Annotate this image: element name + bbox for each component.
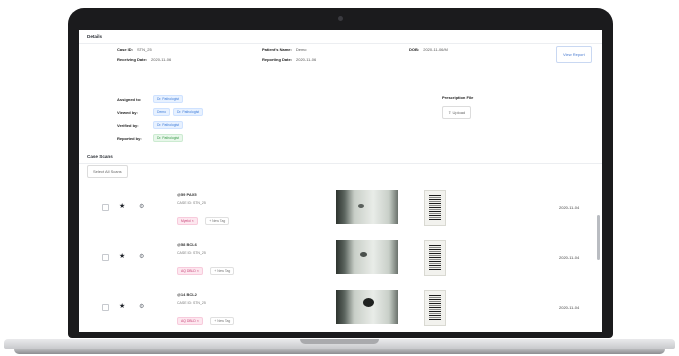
scan-case-id: CASE ID: STN_25	[177, 301, 206, 305]
viewed-chip-pathologist[interactable]: Dr. Pathologist	[173, 108, 204, 116]
reported-row: Reported by: Dr. Pathologist	[117, 134, 186, 142]
scan-checkbox[interactable]	[102, 254, 109, 261]
patient-name-label: Patient's Name:	[262, 47, 292, 52]
receiving-date-value: 2020-11-06	[151, 57, 172, 62]
star-icon[interactable]: ★	[119, 253, 125, 260]
laptop-lid: Details Case ID: STN_25 Patient's Name: …	[68, 8, 613, 338]
scan-row[interactable]: ★ ⚙ @14 BCL2 CASE ID: STN_25 AQ DBLD × +…	[79, 282, 602, 332]
viewed-row: Viewed by: Demo Dr. Pathologist	[117, 108, 206, 116]
dob: DOB: 2020-11-06/M	[409, 47, 448, 52]
reported-chip[interactable]: Dr. Pathologist	[153, 134, 184, 142]
scan-date: 2020-11-04	[559, 255, 580, 260]
dob-label: DOB:	[409, 47, 420, 52]
scan-case-id: CASE ID: STN_25	[177, 201, 206, 205]
viewed-label: Viewed by:	[117, 109, 138, 115]
verified-label: Verified by:	[117, 122, 139, 128]
scan-tags: AQ DBLD × + New Tag	[177, 259, 237, 277]
scan-name[interactable]: @58 BCL6	[177, 242, 197, 247]
scan-tag[interactable]: AQ DBLD ×	[177, 317, 203, 325]
laptop-base-bottom	[14, 349, 665, 354]
view-report-button[interactable]: View Report	[556, 46, 592, 63]
case-id-label: Case ID:	[117, 47, 134, 52]
verified-row: Verified by: Dr. Pathologist	[117, 121, 186, 129]
tissue-sample	[358, 204, 364, 208]
scan-date: 2020-11-04	[559, 205, 580, 210]
patient-name-value: Demo	[295, 47, 307, 52]
barcode-image	[429, 295, 441, 321]
slide-label-thumbnail[interactable]	[424, 240, 446, 276]
laptop-base	[0, 333, 679, 356]
verified-chip[interactable]: Dr. Pathologist	[153, 121, 184, 129]
case-scans-header: Case Scans Select All Scans	[79, 150, 602, 183]
assigned-chip[interactable]: Dr. Pathologist	[153, 95, 184, 103]
barcode-image	[429, 245, 441, 271]
scan-name[interactable]: @14 BCL2	[177, 292, 197, 297]
scan-tags: Myeloi × + New Tag	[177, 209, 232, 227]
upload-button[interactable]: ⇪ Upload	[442, 106, 472, 119]
slide-thumbnail[interactable]	[336, 240, 398, 274]
assigned-label: Assigned to:	[117, 96, 142, 102]
scan-tags: AQ DBLD × + New Tag	[177, 309, 237, 327]
gear-icon[interactable]: ⚙	[139, 304, 144, 310]
star-icon[interactable]: ★	[119, 303, 125, 310]
star-icon[interactable]: ★	[119, 203, 125, 210]
details-panel: Details Case ID: STN_25 Patient's Name: …	[79, 30, 602, 89]
select-all-scans-button[interactable]: Select All Scans	[87, 165, 128, 178]
dob-value: 2020-11-06/M	[423, 47, 448, 52]
slide-thumbnail[interactable]	[336, 290, 398, 324]
scan-checkbox[interactable]	[102, 304, 109, 311]
reporting-date: Reporting Date: 2020-11-06	[262, 57, 316, 62]
new-tag-button[interactable]: + New Tag	[205, 217, 230, 225]
case-id-value: STN_25	[137, 47, 152, 52]
receiving-date: Receiving Date: 2020-11-06	[117, 57, 171, 62]
new-tag-button[interactable]: + New Tag	[210, 317, 235, 325]
case-scans-title: Case Scans	[79, 150, 602, 164]
tissue-sample	[360, 252, 367, 257]
laptop-notch	[300, 339, 379, 344]
details-row-1: Case ID: STN_25	[117, 47, 152, 52]
app-screen: Details Case ID: STN_25 Patient's Name: …	[79, 30, 602, 332]
details-title: Details	[79, 30, 602, 44]
receiving-date-label: Receiving Date:	[117, 57, 148, 62]
scan-date: 2020-11-04	[559, 305, 580, 310]
scan-row[interactable]: ★ ⚙ @58 BCL6 CASE ID: STN_25 AQ DBLD × +…	[79, 232, 602, 283]
reporting-date-value: 2020-11-06	[296, 57, 317, 62]
gear-icon[interactable]: ⚙	[139, 204, 144, 210]
slide-label-thumbnail[interactable]	[424, 290, 446, 326]
upload-label: Upload	[452, 110, 466, 115]
scan-tag[interactable]: Myeloi ×	[177, 217, 198, 225]
scan-tag[interactable]: AQ DBLD ×	[177, 267, 203, 275]
scan-checkbox[interactable]	[102, 204, 109, 211]
reporting-date-label: Reporting Date:	[262, 57, 292, 62]
slide-label-thumbnail[interactable]	[424, 190, 446, 226]
camera-icon	[338, 16, 343, 21]
new-tag-button[interactable]: + New Tag	[210, 267, 235, 275]
prescription-file-label: Prescription File	[442, 95, 477, 100]
assigned-row: Assigned to: Dr. Pathologist	[117, 95, 186, 103]
gear-icon[interactable]: ⚙	[139, 254, 144, 260]
assignment-panel: Assigned to: Dr. Pathologist Viewed by: …	[79, 88, 602, 151]
scan-case-id: CASE ID: STN_25	[177, 251, 206, 255]
prescription-label: Prescription File	[442, 95, 474, 100]
reported-label: Reported by:	[117, 135, 142, 141]
tissue-sample	[363, 298, 374, 307]
scan-name[interactable]: @59 PAX5	[177, 192, 197, 197]
slide-thumbnail[interactable]	[336, 190, 398, 224]
viewed-chip-demo[interactable]: Demo	[153, 108, 171, 116]
scan-row[interactable]: ★ ⚙ @59 PAX5 CASE ID: STN_25 Myeloi × + …	[79, 182, 602, 233]
scrollbar[interactable]	[597, 215, 600, 260]
patient-name: Patient's Name: Demo	[262, 47, 307, 52]
barcode-image	[429, 195, 441, 221]
